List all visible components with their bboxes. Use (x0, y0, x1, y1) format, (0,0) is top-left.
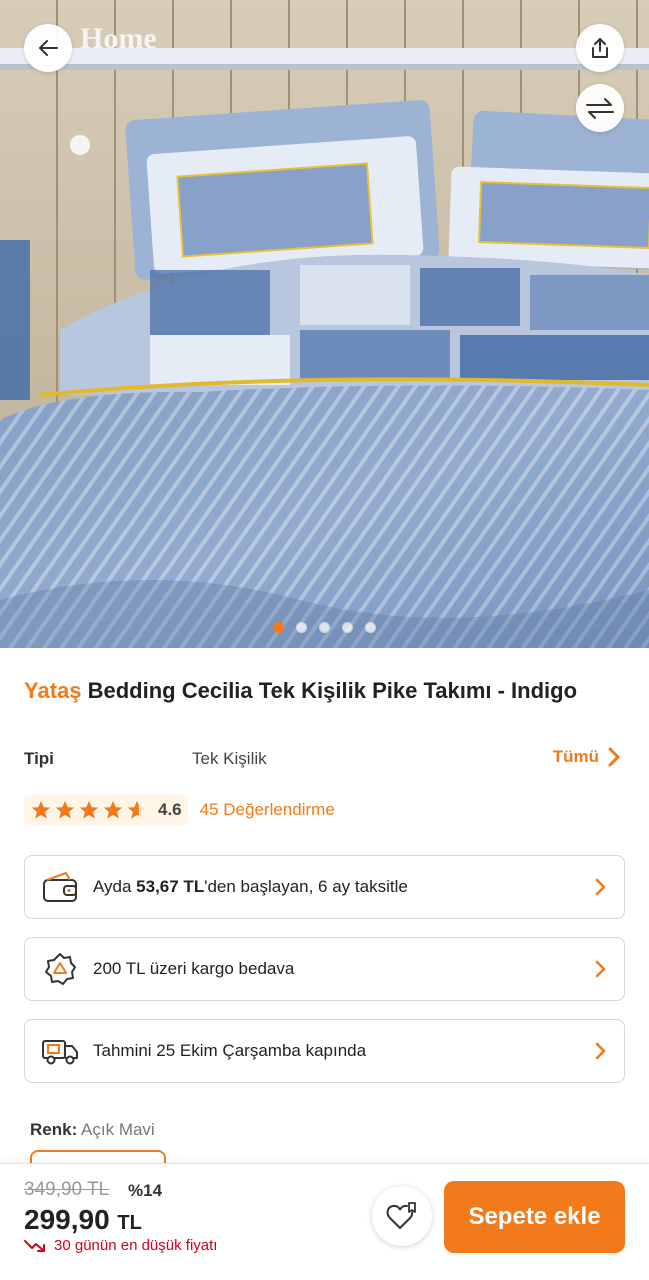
chevron-right-icon (595, 960, 606, 978)
installment-amount: 53,67 TL (136, 877, 205, 896)
star-full-icon (103, 800, 123, 819)
free-shipping-icon (41, 950, 79, 988)
share-icon (592, 38, 608, 58)
price-amount: 299,90 (24, 1204, 110, 1235)
installment-suffix: 'den başlayan, 6 ay taksitle (204, 877, 408, 896)
review-count-link[interactable]: 45 Değerlendirme (200, 800, 335, 820)
wall-sign-text: Home (80, 22, 157, 55)
chevron-right-icon (595, 1042, 606, 1060)
add-to-cart-button[interactable]: Sepete ekle (444, 1181, 625, 1253)
installment-text: Ayda 53,67 TL'den başlayan, 6 ay taksitl… (93, 877, 594, 897)
purchase-bar: 349,90 TL %14 299,90 TL 30 günün en düşü… (0, 1163, 649, 1280)
color-value: Açık Mavi (81, 1120, 155, 1139)
wallet-icon (41, 868, 79, 906)
star-full-icon (79, 800, 99, 819)
gallery-dot[interactable] (342, 622, 353, 633)
chevron-right-icon (595, 878, 606, 896)
free-shipping-card[interactable]: 200 TL üzeri kargo bedava (24, 937, 625, 1001)
share-button[interactable] (576, 24, 624, 72)
type-value: Tek Kişilik (192, 749, 267, 768)
star-partial-icon (127, 800, 147, 819)
old-price: 349,90 TL (24, 1179, 110, 1200)
rating-value: 4.6 (158, 800, 182, 819)
installment-card[interactable]: Ayda 53,67 TL'den başlayan, 6 ay taksitl… (24, 855, 625, 919)
brand-name[interactable]: Yataş (24, 678, 82, 703)
product-name: Bedding Cecilia Tek Kişilik Pike Takımı … (87, 678, 578, 703)
product-title: Yataş Bedding Cecilia Tek Kişilik Pike T… (24, 675, 624, 706)
gallery-dot[interactable] (319, 622, 330, 633)
rating-pill: 4.6 (24, 795, 188, 825)
product-photo: Home (0, 0, 649, 648)
compare-arrows-icon (586, 98, 614, 119)
discount-badge: %14 (128, 1181, 163, 1200)
gallery-pagination (0, 622, 649, 633)
delivery-estimate-card[interactable]: Tahmini 25 Ekim Çarşamba kapında (24, 1019, 625, 1083)
star-full-icon (55, 800, 75, 819)
type-label: Tipi (24, 749, 54, 768)
arrow-left-icon (39, 40, 58, 56)
price-currency: TL (117, 1212, 142, 1234)
heart-add-icon (386, 1202, 416, 1229)
trend-down-icon (24, 1239, 45, 1252)
product-image-gallery[interactable]: Home (0, 0, 649, 648)
see-all-types-button[interactable]: Tümü (553, 746, 621, 768)
rating-summary: 4.6 45 Değerlendirme (24, 795, 335, 825)
free-shipping-text: 200 TL üzeri kargo bedava (93, 959, 295, 978)
lowest-price-note: 30 günün en düşük fiyatı (24, 1237, 217, 1254)
current-price: 299,90 TL (24, 1204, 142, 1236)
delivery-estimate-text: Tahmini 25 Ekim Çarşamba kapında (93, 1041, 367, 1060)
star-full-icon (31, 800, 51, 819)
compare-button[interactable] (576, 84, 624, 132)
delivery-truck-icon (41, 1032, 79, 1070)
back-button[interactable] (24, 24, 72, 72)
variant-type-row: Tipi Tek Kişilik Tümü (24, 746, 625, 772)
gallery-dot[interactable] (296, 622, 307, 633)
chevron-right-icon (608, 747, 620, 767)
installment-prefix: Ayda (93, 877, 137, 896)
gallery-dot-active[interactable] (273, 622, 284, 633)
see-all-label: Tümü (552, 747, 599, 766)
lowest-price-text: 30 günün en düşük fiyatı (54, 1237, 218, 1254)
favorite-button[interactable] (372, 1186, 432, 1246)
color-selector-label: Renk: Açık Mavi (30, 1120, 155, 1140)
color-label: Renk: (30, 1120, 78, 1139)
gallery-dot[interactable] (365, 622, 376, 633)
